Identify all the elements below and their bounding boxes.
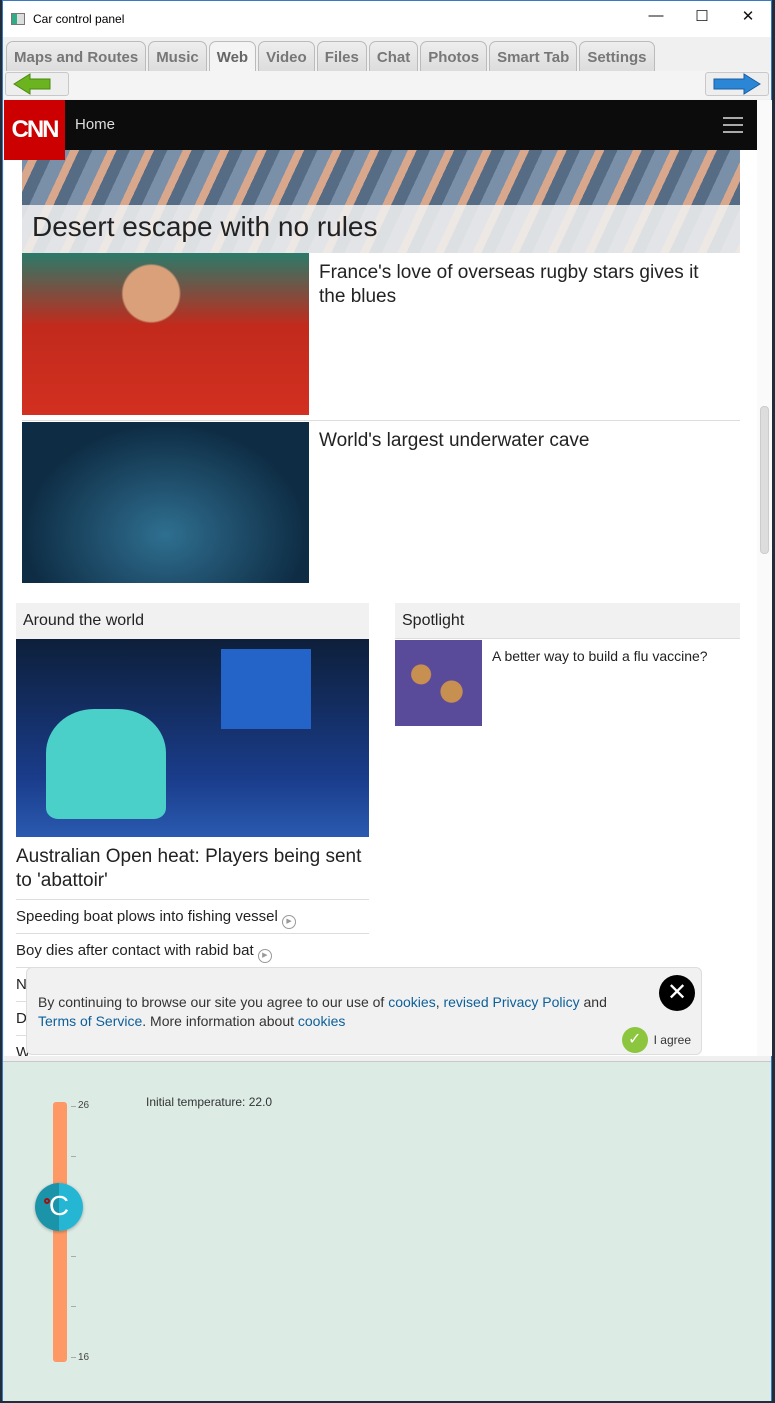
- cookies-info-link[interactable]: cookies: [298, 1013, 345, 1029]
- maximize-button[interactable]: ☐: [679, 7, 725, 25]
- story-headline[interactable]: World's largest underwater cave: [319, 429, 729, 453]
- tick-mark: [71, 1306, 76, 1307]
- cnn-logo[interactable]: CNN: [4, 100, 65, 160]
- cnn-header: Home: [4, 100, 757, 150]
- list-item[interactable]: Speeding boat plows into fishing vessel …: [16, 899, 369, 933]
- tab-music[interactable]: Music: [148, 41, 207, 71]
- around-headline[interactable]: Australian Open heat: Players being sent…: [16, 845, 369, 893]
- min-label: 16: [78, 1352, 90, 1363]
- tab-web[interactable]: Web: [208, 41, 257, 72]
- title-bar: Car control panel — ☐ ✕: [3, 1, 771, 37]
- play-icon: ▶: [257, 949, 272, 963]
- tab-photos[interactable]: Photos: [420, 41, 488, 71]
- climate-panel: 26 16 C Initial temperature: 22.0: [3, 1061, 771, 1401]
- privacy-link[interactable]: revised Privacy Policy: [443, 994, 579, 1010]
- link-text[interactable]: Boy dies after contact with rabid bat: [16, 942, 254, 959]
- cookie-banner: By continuing to browse our site you agr…: [26, 967, 702, 1055]
- tab-maps[interactable]: Maps and Routes: [6, 41, 147, 71]
- agree-label: I agree: [653, 1032, 691, 1047]
- story-image: [22, 253, 309, 415]
- close-banner-button[interactable]: ✕: [659, 975, 695, 1011]
- forward-arrow-icon: [713, 73, 761, 95]
- around-image: [16, 639, 369, 837]
- tab-chat[interactable]: Chat: [368, 41, 419, 71]
- degree-icon: [44, 1197, 50, 1204]
- close-button[interactable]: ✕: [725, 7, 771, 25]
- terms-link[interactable]: Terms of Service: [38, 1013, 142, 1029]
- tab-smart[interactable]: Smart Tab: [489, 41, 578, 71]
- hero-story[interactable]: Desert escape with no rules: [22, 140, 740, 253]
- tab-video[interactable]: Video: [258, 41, 315, 71]
- agree-button[interactable]: ✓ I agree: [621, 1027, 691, 1053]
- spotlight-headline[interactable]: A better way to build a flu vaccine?: [492, 648, 708, 664]
- play-icon: ▶: [282, 915, 297, 929]
- back-button[interactable]: [5, 72, 69, 96]
- tick-mark: [71, 1256, 76, 1257]
- tab-files[interactable]: Files: [316, 41, 367, 71]
- window-title: Car control panel: [33, 12, 125, 26]
- spotlight-image: [395, 640, 482, 726]
- unit-label: C: [48, 1189, 70, 1221]
- around-the-world-header: Around the world: [16, 603, 369, 639]
- story-image: [22, 422, 309, 583]
- spotlight-header: Spotlight: [395, 603, 740, 639]
- story-headline[interactable]: France's love of overseas rugby stars gi…: [319, 261, 729, 309]
- cookie-text: and: [579, 994, 607, 1010]
- list-item[interactable]: Boy dies after contact with rabid bat ▶: [16, 933, 369, 967]
- tab-settings[interactable]: Settings: [579, 41, 655, 71]
- temperature-slider-knob[interactable]: C: [35, 1182, 83, 1231]
- forward-button[interactable]: [705, 72, 769, 96]
- web-view[interactable]: CNN Home Desert escape with no rules Fra…: [4, 100, 757, 1056]
- app-icon: [11, 13, 25, 25]
- web-scrollbar[interactable]: [757, 100, 772, 1056]
- max-label: 26: [78, 1100, 90, 1111]
- temperature-slider-track[interactable]: [53, 1102, 67, 1362]
- link-text[interactable]: Speeding boat plows into fishing vessel: [16, 908, 278, 925]
- tab-bar: Maps and Routes Music Web Video Files Ch…: [6, 41, 655, 72]
- menu-icon[interactable]: [723, 117, 743, 138]
- back-arrow-icon: [13, 73, 51, 95]
- tick-mark: [71, 1106, 76, 1107]
- cookie-text: . More information about: [142, 1013, 298, 1029]
- tick-mark: [71, 1357, 76, 1358]
- nav-row: [3, 71, 771, 99]
- initial-temperature-label: Initial temperature: 22.0: [146, 1095, 273, 1109]
- cookie-text: By continuing to browse our site you agr…: [38, 994, 389, 1010]
- scrollbar-thumb[interactable]: [760, 406, 769, 554]
- tick-mark: [71, 1156, 76, 1157]
- cookies-link[interactable]: cookies: [388, 994, 435, 1010]
- story-item[interactable]: France's love of overseas rugby stars gi…: [22, 253, 740, 421]
- check-icon: ✓: [621, 1027, 648, 1053]
- hero-headline[interactable]: Desert escape with no rules: [22, 205, 740, 253]
- minimize-button[interactable]: —: [633, 7, 679, 24]
- app-window: Car control panel — ☐ ✕ Maps and Routes …: [2, 0, 772, 1401]
- home-link[interactable]: Home: [75, 116, 115, 133]
- story-item[interactable]: World's largest underwater cave: [22, 421, 740, 583]
